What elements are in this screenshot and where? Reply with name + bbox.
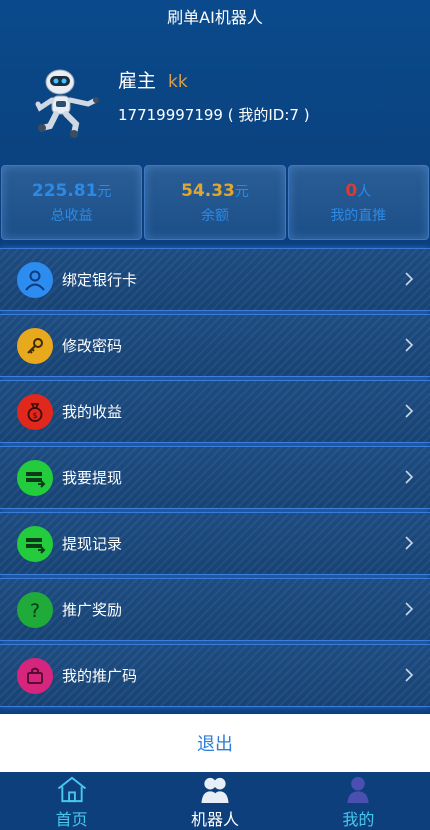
menu-label-referral-code: 我的推广码 [62,667,138,685]
cash-out-icon [17,459,53,496]
bottom-tab-bar: 首页 机器人 我的 [0,772,430,830]
chevron-right-icon [405,470,414,484]
person-icon [347,776,369,804]
menu-item-withdraw[interactable]: 我要提现 [0,446,430,509]
home-icon [57,776,86,803]
stat-balance[interactable]: 54.33元 余额 [144,165,286,240]
menu-label-bind-bank-card: 绑定银行卡 [62,271,138,289]
tab-home[interactable]: 首页 [0,772,143,830]
menu-item-withdraw-records[interactable]: 提现记录 [0,512,430,575]
menu-item-change-password[interactable]: 修改密码 [0,314,430,377]
tab-mine-label: 我的 [342,810,375,829]
svg-text:$: $ [32,411,37,420]
chevron-right-icon [405,404,414,418]
stat-balance-unit: 元 [234,183,249,200]
chevron-right-icon [405,536,414,550]
user-name: 雇主 [118,70,157,92]
user-name-row: 雇主 kk [118,66,188,93]
user-phone-id: 17719997199 ( 我的ID:7 ) [118,106,310,124]
menu-item-referral-rewards[interactable]: ? 推广奖励 [0,578,430,641]
stat-direct-referrals-label: 我的直推 [330,207,387,224]
menu-label-withdraw-records: 提现记录 [62,535,123,553]
stat-total-income-label: 总收益 [50,207,93,224]
stat-balance-label: 余额 [200,207,229,224]
stat-balance-value: 54.33 [181,180,235,201]
robot-avatar [30,64,106,140]
tab-robot[interactable]: 机器人 [143,772,286,830]
menu-label-withdraw: 我要提现 [62,469,123,487]
question-icon: ? [17,591,53,628]
tab-robot-label: 机器人 [190,810,239,829]
stat-total-income-unit: 元 [97,183,112,200]
robot-users-icon [201,777,229,804]
bag-icon [17,657,53,694]
tab-home-label: 首页 [55,810,88,829]
money-bag-icon: $ [17,393,53,430]
stat-total-income-value: 225.81 [31,180,98,201]
svg-text:?: ? [30,600,40,621]
menu-list: 绑定银行卡 修改密码 $ 我的收益 我要提现 提现记录 ? 推广奖励 我的推广码 [0,248,430,710]
stat-direct-referrals[interactable]: 0人 我的直推 [287,165,429,240]
user-nickname: kk [168,72,188,92]
menu-label-change-password: 修改密码 [62,337,123,355]
chevron-right-icon [405,338,414,352]
chevron-right-icon [405,602,414,616]
menu-label-referral-rewards: 推广奖励 [62,601,123,619]
chevron-right-icon [405,272,414,286]
menu-label-my-income: 我的收益 [62,403,123,421]
profile-header: 刷单AI机器人 雇主 kk 17719997199 ( 我的ID:7 ) [0,0,430,165]
stat-direct-referrals-unit: 人 [357,183,372,200]
key-icon [17,327,53,364]
menu-item-referral-code[interactable]: 我的推广码 [0,644,430,707]
menu-item-my-income[interactable]: $ 我的收益 [0,380,430,443]
logout-button[interactable]: 退出 [0,714,430,772]
stat-direct-referrals-value: 0 [345,180,358,201]
tab-mine[interactable]: 我的 [287,772,430,830]
stats-bar: 225.81元 总收益 54.33元 余额 0人 我的直推 [0,165,430,240]
stat-total-income[interactable]: 225.81元 总收益 [1,165,143,240]
user-icon [17,261,53,298]
menu-item-bind-bank-card[interactable]: 绑定银行卡 [0,248,430,311]
cash-record-icon [17,525,53,562]
page-title: 刷单AI机器人 [167,8,263,27]
chevron-right-icon [405,668,414,682]
